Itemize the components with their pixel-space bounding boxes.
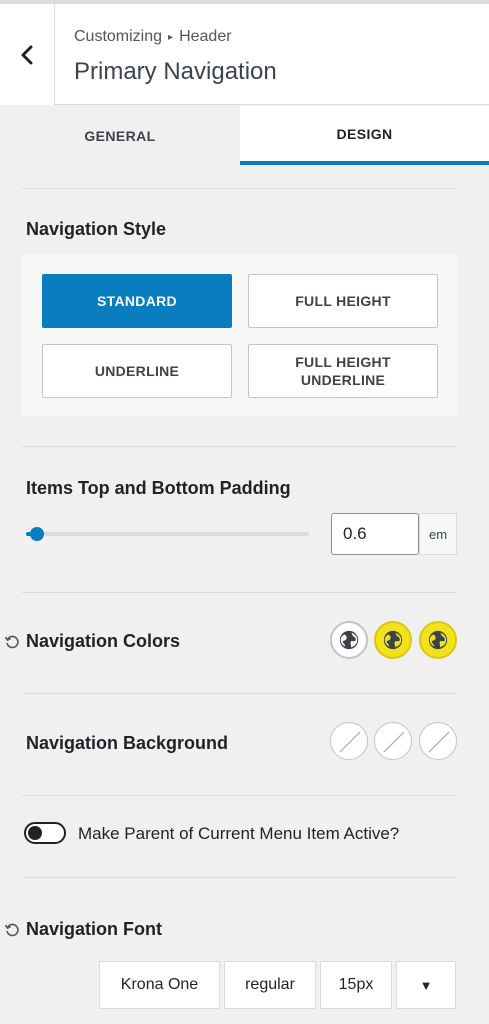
reset-icon[interactable] <box>4 634 20 650</box>
breadcrumb-parent: Customizing <box>74 28 163 45</box>
background-swatch-initial[interactable] <box>330 722 368 760</box>
font-weight-select[interactable]: regular <box>224 961 316 1009</box>
breadcrumb: Customizing ▸ Header <box>74 28 232 46</box>
parent-active-toggle[interactable] <box>24 822 66 844</box>
font-options-toggle[interactable]: ▼ <box>396 961 456 1009</box>
font-size-select[interactable]: 15px <box>320 961 392 1009</box>
chevron-left-icon <box>21 45 33 64</box>
tab-design[interactable]: DESIGN <box>240 106 489 165</box>
style-full-height-underline-button[interactable]: FULL HEIGHT UNDERLINE <box>248 344 438 398</box>
toggle-knob <box>28 826 42 840</box>
navigation-background-title: Navigation Background <box>26 733 229 753</box>
tab-general[interactable]: GENERAL <box>0 106 240 165</box>
no-color-icon <box>383 731 405 753</box>
divider <box>22 877 457 878</box>
slider-handle[interactable] <box>30 527 45 541</box>
navigation-font-title: Navigation Font <box>26 919 162 939</box>
padding-unit-label: em <box>419 513 457 555</box>
style-full-height-button[interactable]: FULL HEIGHT <box>248 274 438 328</box>
breadcrumb-separator: ▸ <box>168 32 174 43</box>
style-underline-button[interactable]: UNDERLINE <box>42 344 232 398</box>
divider <box>22 592 457 593</box>
globe-icon <box>428 630 448 650</box>
navigation-colors-title: Navigation Colors <box>26 631 181 651</box>
color-swatch-hover[interactable] <box>374 621 412 659</box>
color-swatch-initial[interactable] <box>330 621 368 659</box>
color-swatch-active[interactable] <box>419 621 457 659</box>
navigation-style-title: Navigation Style <box>26 219 167 239</box>
style-standard-button[interactable]: STANDARD <box>42 274 232 328</box>
divider <box>22 795 457 796</box>
globe-icon <box>339 630 359 650</box>
divider <box>22 188 457 189</box>
padding-value-input[interactable] <box>331 513 419 555</box>
parent-active-label: Make Parent of Current Menu Item Active? <box>78 824 400 843</box>
no-color-icon <box>339 731 361 753</box>
background-swatch-active[interactable] <box>419 722 457 760</box>
divider <box>22 693 457 694</box>
back-button[interactable] <box>0 4 55 105</box>
padding-slider[interactable] <box>26 527 309 541</box>
font-family-select[interactable]: Krona One <box>99 961 220 1009</box>
no-color-icon <box>428 731 450 753</box>
breadcrumb-section: Header <box>179 28 232 45</box>
padding-title: Items Top and Bottom Padding <box>26 478 291 498</box>
tab-bar: GENERAL DESIGN <box>0 106 489 165</box>
globe-icon <box>383 630 403 650</box>
page-title: Primary Navigation <box>74 58 277 85</box>
reset-icon[interactable] <box>4 922 20 938</box>
background-swatch-hover[interactable] <box>374 722 412 760</box>
navigation-style-options: STANDARD FULL HEIGHT UNDERLINE FULL HEIG… <box>22 254 457 416</box>
divider <box>22 446 457 447</box>
panel-header: Customizing ▸ Header Primary Navigation <box>0 4 489 105</box>
